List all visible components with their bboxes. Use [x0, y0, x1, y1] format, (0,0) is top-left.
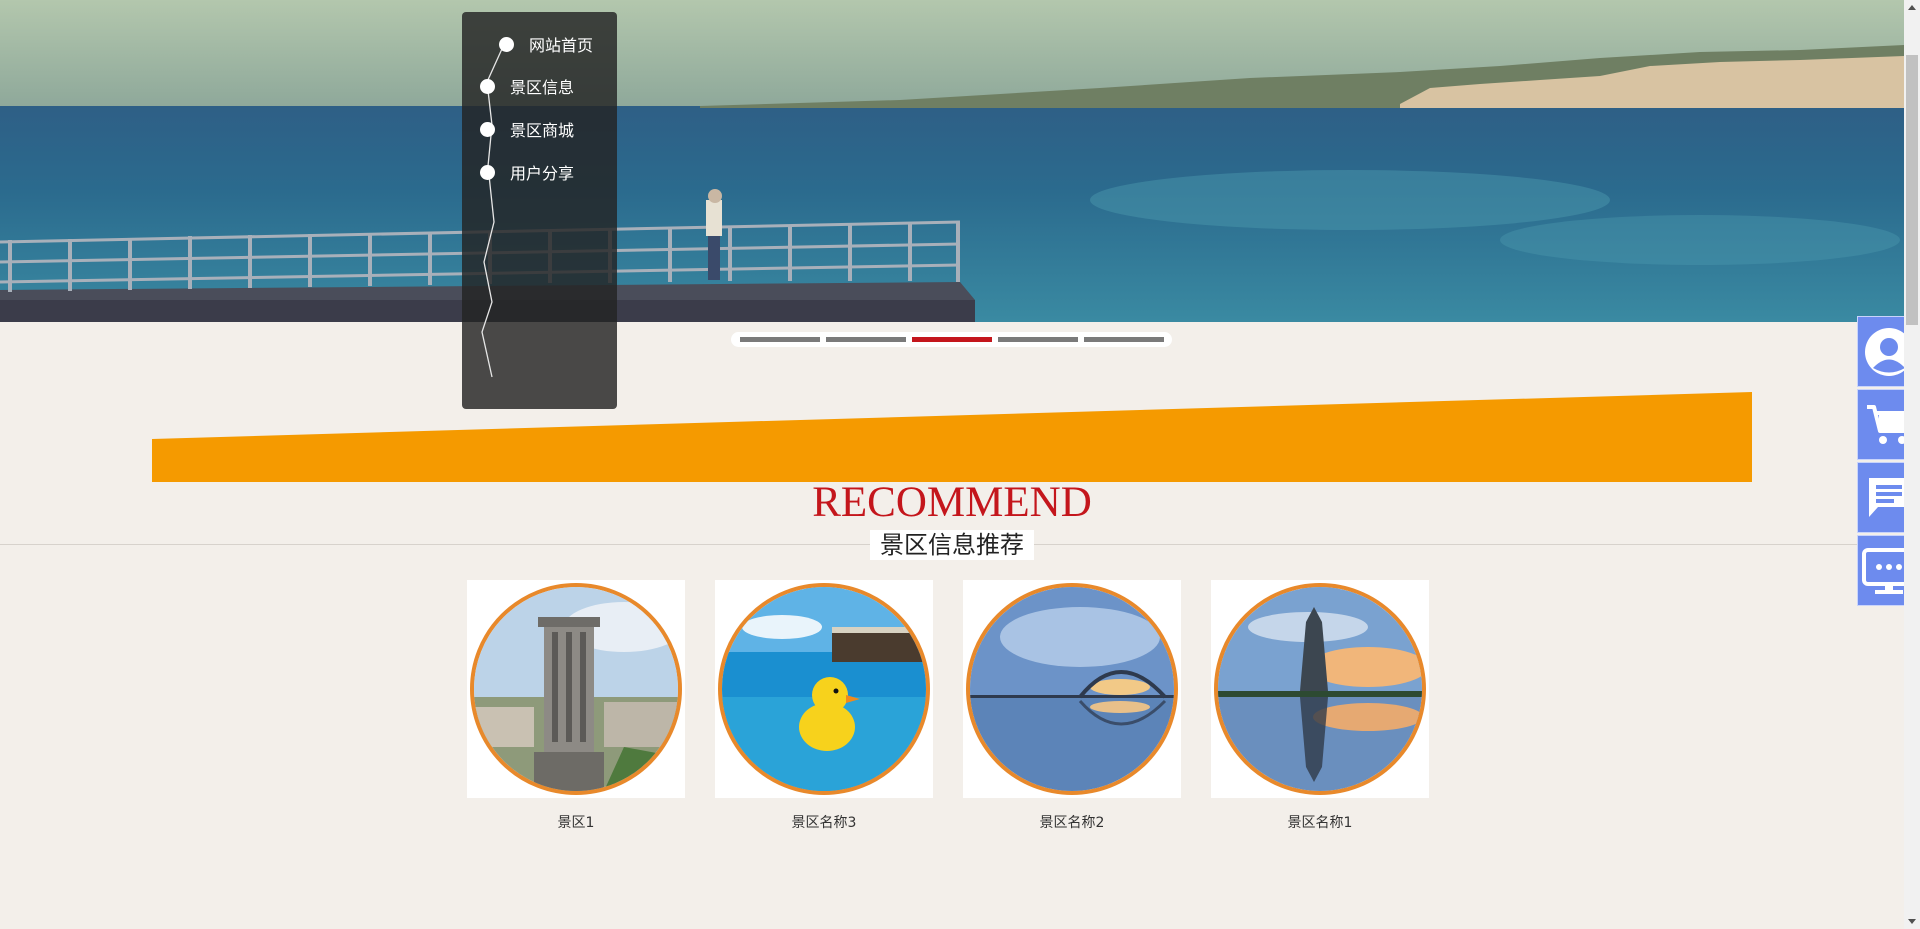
slider-indicator[interactable] [997, 337, 1078, 342]
scenic-card-name[interactable]: 景区名称1 [1211, 812, 1429, 832]
scenic-card-image[interactable] [467, 580, 685, 798]
scenic-card: 景区名称3 [715, 580, 933, 832]
scenic-photo [718, 583, 930, 795]
scenic-card-name[interactable]: 景区名称3 [715, 812, 933, 832]
scenic-card: 景区名称2 [963, 580, 1181, 832]
slider-indicator[interactable] [739, 337, 820, 342]
nav-item-label: 景区信息 [510, 78, 575, 97]
nav-item-scenic-mall[interactable]: 景区商城 [480, 117, 574, 141]
scenic-photo [470, 583, 682, 795]
nav-item-label: 网站首页 [529, 36, 594, 55]
scroll-up-arrow-icon[interactable] [1908, 5, 1916, 10]
slider-indicator-active[interactable] [911, 337, 992, 342]
section-title-en: RECOMMEND [812, 479, 1092, 526]
slider-indicators [731, 332, 1172, 347]
section-title-cn: 景区信息推荐 [870, 530, 1034, 560]
scenic-card-image[interactable] [963, 580, 1181, 798]
nav-item-user-share[interactable]: 用户分享 [480, 160, 574, 184]
nav-dot-icon [480, 164, 495, 180]
nav-item-label: 用户分享 [510, 164, 575, 183]
nav-dot-icon [480, 121, 495, 137]
nav-item-label: 景区商城 [510, 121, 575, 140]
nav-dot-icon [480, 78, 495, 94]
slider-indicator[interactable] [825, 337, 906, 342]
scroll-thumb[interactable] [1906, 55, 1918, 325]
scenic-card-name[interactable]: 景区名称2 [963, 812, 1181, 832]
scenic-card: 景区1 [467, 580, 685, 832]
scenic-photo [1214, 583, 1426, 795]
scenic-card-name[interactable]: 景区1 [467, 812, 685, 832]
page-scrollbar[interactable] [1904, 0, 1920, 929]
nav-item-scenic-info[interactable]: 景区信息 [480, 74, 574, 98]
scenic-photo [966, 583, 1178, 795]
nav-item-home[interactable]: 网站首页 [499, 32, 593, 56]
slider-indicator[interactable] [1083, 337, 1164, 342]
hero-banner [0, 0, 1904, 322]
nav-panel: 网站首页 景区信息 景区商城 用户分享 [462, 12, 617, 409]
nav-dot-icon [499, 36, 514, 52]
scenic-card: 景区名称1 [1211, 580, 1429, 832]
orange-banner [152, 392, 1752, 482]
scroll-down-arrow-icon[interactable] [1908, 919, 1916, 924]
scenic-card-image[interactable] [1211, 580, 1429, 798]
nav-connector-line [481, 39, 507, 378]
scenic-card-image[interactable] [715, 580, 933, 798]
